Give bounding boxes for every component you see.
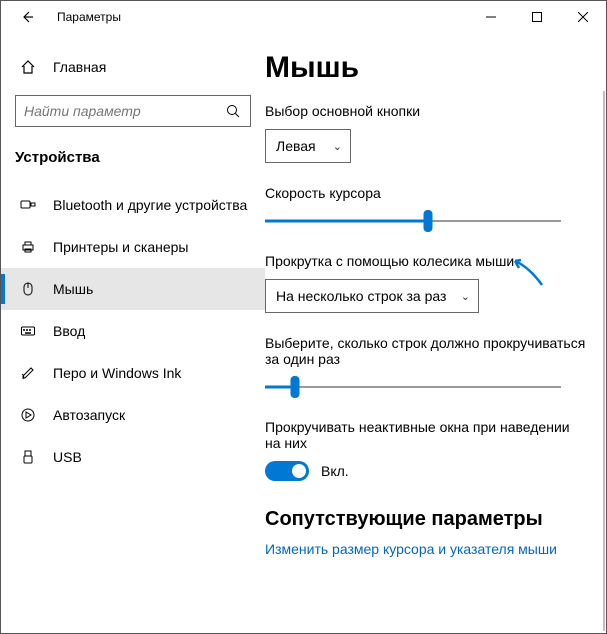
page-title: Мышь [265, 51, 588, 85]
window-title: Параметры [57, 10, 468, 24]
primary-button-label: Выбор основной кнопки [265, 103, 588, 119]
pen-icon [19, 365, 37, 381]
cursor-speed-slider[interactable] [265, 211, 561, 231]
cursor-speed-group: Скорость курсора [265, 185, 588, 231]
scroll-mode-value: На несколько строк за раз [276, 288, 446, 304]
sidebar: Главная Устройства Bluetooth и другие ус… [1, 33, 265, 633]
nav-item-autoplay[interactable]: Автозапуск [1, 394, 265, 436]
related-link[interactable]: Изменить размер курсора и указателя мыши [265, 541, 588, 557]
nav-item-bluetooth[interactable]: Bluetooth и другие устройства [1, 184, 265, 226]
mouse-icon [19, 281, 37, 297]
minimize-button[interactable] [468, 1, 514, 33]
search-icon [224, 104, 242, 118]
chevron-down-icon: ⌄ [333, 140, 342, 153]
section-title: Устройства [1, 137, 265, 184]
nav-label: Ввод [53, 323, 85, 339]
nav-item-typing[interactable]: Ввод [1, 310, 265, 352]
nav-label: Перо и Windows Ink [53, 365, 181, 381]
lines-per-scroll-slider[interactable] [265, 377, 561, 397]
inactive-scroll-label: Прокручивать неактивные окна при наведен… [265, 419, 588, 451]
autoplay-icon [19, 407, 37, 423]
titlebar: Параметры [1, 1, 606, 33]
primary-button-value: Левая [276, 138, 316, 154]
close-button[interactable] [560, 1, 606, 33]
nav-label: Автозапуск [53, 407, 125, 423]
nav-item-mouse[interactable]: Мышь [1, 268, 265, 310]
window-controls [468, 1, 606, 33]
back-icon[interactable] [15, 10, 39, 24]
nav-label: Принтеры и сканеры [53, 239, 188, 255]
nav-item-usb[interactable]: USB [1, 436, 265, 478]
chevron-down-icon: ⌄ [461, 290, 470, 303]
home-icon [19, 59, 37, 75]
keyboard-icon [19, 323, 37, 339]
annotation-arrow [509, 255, 549, 295]
inactive-scroll-group: Прокручивать неактивные окна при наведен… [265, 419, 588, 484]
search-field[interactable] [24, 103, 224, 119]
nav-item-pen[interactable]: Перо и Windows Ink [1, 352, 265, 394]
nav-label: Bluetooth и другие устройства [53, 197, 247, 213]
bluetooth-icon [19, 197, 37, 213]
inactive-scroll-toggle[interactable] [265, 461, 309, 481]
usb-icon [19, 449, 37, 465]
nav-label: USB [53, 449, 82, 465]
lines-per-scroll-group: Выберите, сколько строк должно прокручив… [265, 335, 588, 397]
nav-list: Bluetooth и другие устройства Принтеры и… [1, 184, 265, 478]
maximize-button[interactable] [514, 1, 560, 33]
cursor-speed-label: Скорость курсора [265, 185, 588, 201]
search-input[interactable] [15, 95, 251, 127]
nav-label: Мышь [53, 281, 93, 297]
scrollbar[interactable] [603, 91, 605, 631]
nav-item-printers[interactable]: Принтеры и сканеры [1, 226, 265, 268]
inactive-scroll-state: Вкл. [321, 463, 349, 479]
printer-icon [19, 239, 37, 255]
home-link[interactable]: Главная [1, 53, 265, 81]
primary-button-select[interactable]: Левая ⌄ [265, 129, 351, 163]
related-heading: Сопутствующие параметры [265, 508, 588, 531]
primary-button-group: Выбор основной кнопки Левая ⌄ [265, 103, 588, 163]
home-label: Главная [53, 59, 106, 75]
lines-per-scroll-label: Выберите, сколько строк должно прокручив… [265, 335, 588, 367]
main-panel: Мышь Выбор основной кнопки Левая ⌄ Скоро… [265, 33, 606, 633]
scroll-mode-select[interactable]: На несколько строк за раз ⌄ [265, 279, 479, 313]
